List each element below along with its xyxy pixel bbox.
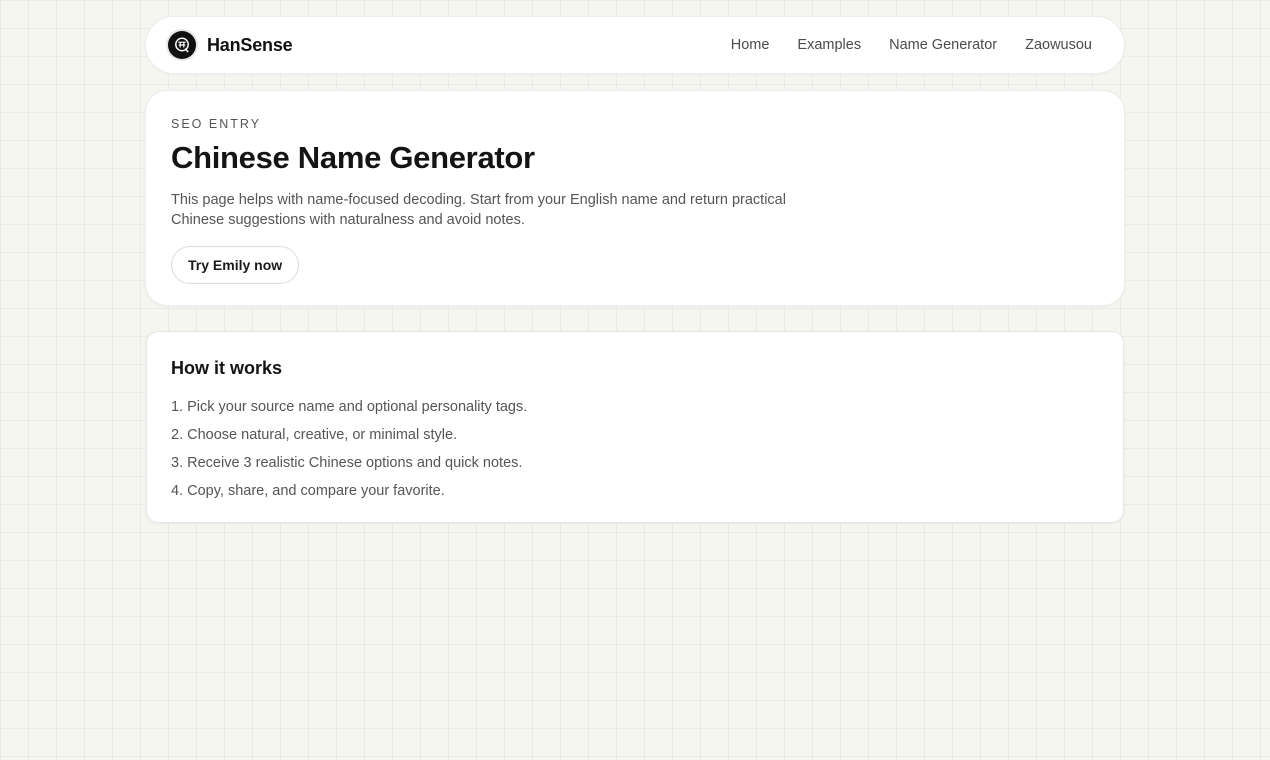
hero-card: SEO ENTRY Chinese Name Generator This pa… xyxy=(145,90,1125,306)
nav-link-zaowusou[interactable]: Zaowusou xyxy=(1025,37,1092,53)
brand-name: HanSense xyxy=(207,34,293,55)
steps-list: 1. Pick your source name and optional pe… xyxy=(171,393,1099,505)
try-emily-button[interactable]: Try Emily now xyxy=(171,246,300,284)
step-item: 3. Receive 3 realistic Chinese options a… xyxy=(171,455,523,471)
how-it-works-card: How it works 1. Pick your source name an… xyxy=(146,331,1124,523)
step-item: 2. Choose natural, creative, or minimal … xyxy=(171,427,458,443)
how-it-works-title: How it works xyxy=(171,358,283,378)
step-item: 1. Pick your source name and optional pe… xyxy=(171,399,528,415)
nav-link-home[interactable]: Home xyxy=(731,37,770,53)
hero-description: This page helps with name-focused decodi… xyxy=(171,192,786,228)
nav-link-name-generator[interactable]: Name Generator xyxy=(889,37,997,53)
brand-logo-icon xyxy=(168,31,196,59)
page-title: Chinese Name Generator xyxy=(171,140,535,175)
top-navbar: HanSense Home Examples Name Generator Za… xyxy=(145,16,1125,74)
step-item: 4. Copy, share, and compare your favorit… xyxy=(171,483,445,499)
hero-eyebrow: SEO ENTRY xyxy=(171,117,262,131)
nav-link-examples[interactable]: Examples xyxy=(797,37,861,53)
main-nav: Home Examples Name Generator Zaowusou xyxy=(731,37,1092,53)
brand-link[interactable]: HanSense xyxy=(168,31,293,59)
